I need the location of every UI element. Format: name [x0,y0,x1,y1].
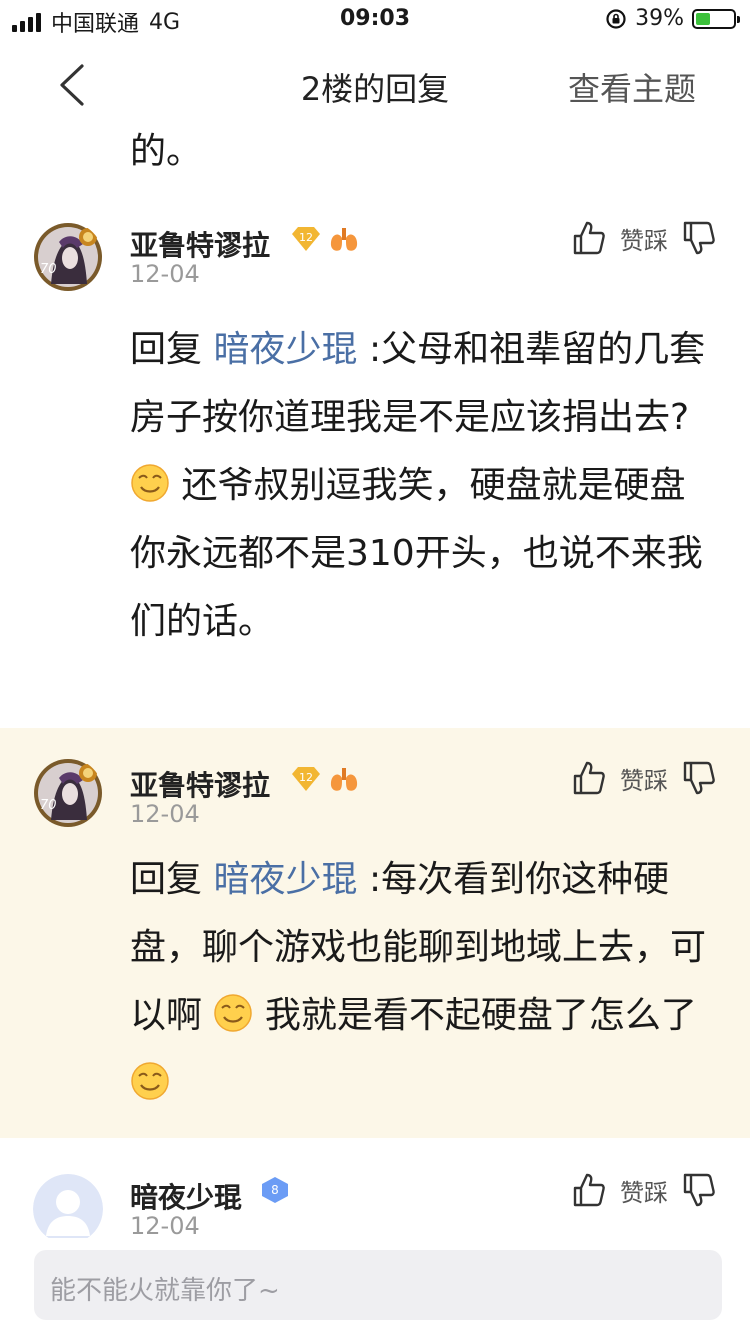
thumbs-up-icon[interactable] [572,760,606,796]
reply-input-bar: 能不能火就靠你了~ [0,1238,750,1334]
lungs-icon [330,228,358,251]
username[interactable]: 亚鲁特谬拉 [130,224,270,264]
lungs-icon [330,768,358,791]
reply-list[interactable]: 的。 70 亚鲁特谬拉 12 12-04 赞踩 回复 暗夜少琨:父母和祖辈留的… [0,118,750,1238]
avatar-level: 70 [40,262,57,277]
level-badge-icon: 8 [262,1177,288,1203]
level-badge-text: 8 [271,1183,279,1197]
level-badge-icon: 12 [292,767,320,791]
avatar-level: 70 [40,798,57,813]
username[interactable]: 亚鲁特谬拉 [130,764,270,804]
mention-link[interactable]: 暗夜少琨 [213,859,357,900]
post-date: 12-04 [130,260,200,288]
level-badge-icon: 12 [292,227,320,251]
battery-level [696,12,710,25]
thumbs-up-icon[interactable] [572,220,606,256]
reply-body: 回复 暗夜少琨 :父母和祖辈留的几套房子按你道理我是不是应该捐出去? 还爷叔别逗… [130,316,720,656]
reply-text-continued: 我就是看不起硬盘了怎么了 [264,995,697,1036]
view-topic-button[interactable]: 查看主题 [568,64,696,110]
vote-actions: 赞踩 [572,220,716,256]
smirk-emoji-icon [131,1062,169,1100]
reply-input[interactable]: 能不能火就靠你了~ [34,1250,722,1320]
battery-percent: 39% [635,6,684,31]
level-badge-text: 12 [299,231,313,244]
post-date: 12-04 [130,1212,200,1238]
reply-prefix: 回复 [130,859,203,900]
status-right: 39% [605,6,740,31]
reply-body: 回复 暗夜少琨 :每次看到你这种硬盘，聊个游戏也能聊到地域上去，可以啊 我就是看… [130,846,720,1118]
post-date: 12-04 [130,800,200,828]
reply-item-highlighted: 70 亚鲁特谬拉 12 12-04 赞踩 回复 暗夜少琨 :每次看到你这种硬盘，… [0,728,750,1138]
smirk-emoji-icon [131,464,169,502]
reply-item: 暗夜少琨 8 12-04 赞踩 [0,1138,750,1238]
thumbs-down-icon[interactable] [682,220,716,256]
username[interactable]: 暗夜少琨 [130,1176,242,1216]
status-bar: 中国联通 4G 09:03 39% [0,0,750,40]
avatar[interactable]: 70 [33,222,103,292]
thumbs-up-icon[interactable] [572,1172,606,1208]
thumbs-down-icon[interactable] [682,1172,716,1208]
vote-label: 赞踩 [620,226,668,255]
reply-text-continued: 还爷叔别逗我笑，硬盘就是硬盘你永远都不是310开头，也说不来我们的话。 [130,465,703,642]
vote-label: 赞踩 [620,766,668,795]
nav-bar: 2楼的回复 查看主题 [0,40,750,130]
vote-actions: 赞踩 [572,760,716,796]
avatar[interactable]: 70 [33,758,103,828]
avatar[interactable] [33,1174,103,1238]
reply-item: 70 亚鲁特谬拉 12 12-04 赞踩 回复 暗夜少琨 :父母和祖辈留的几套房… [0,206,750,728]
vote-label: 赞踩 [620,1178,668,1207]
previous-reply-tail: 的。 [130,131,203,172]
level-badge-text: 12 [299,771,313,784]
battery-icon [692,8,740,29]
reply-prefix: 回复 [130,329,203,370]
rotation-lock-icon [606,8,626,29]
smirk-emoji-icon [214,994,253,1032]
mention-link[interactable]: 暗夜少琨 [213,329,357,370]
thumbs-down-icon[interactable] [682,760,716,796]
vote-actions: 赞踩 [572,1172,716,1208]
